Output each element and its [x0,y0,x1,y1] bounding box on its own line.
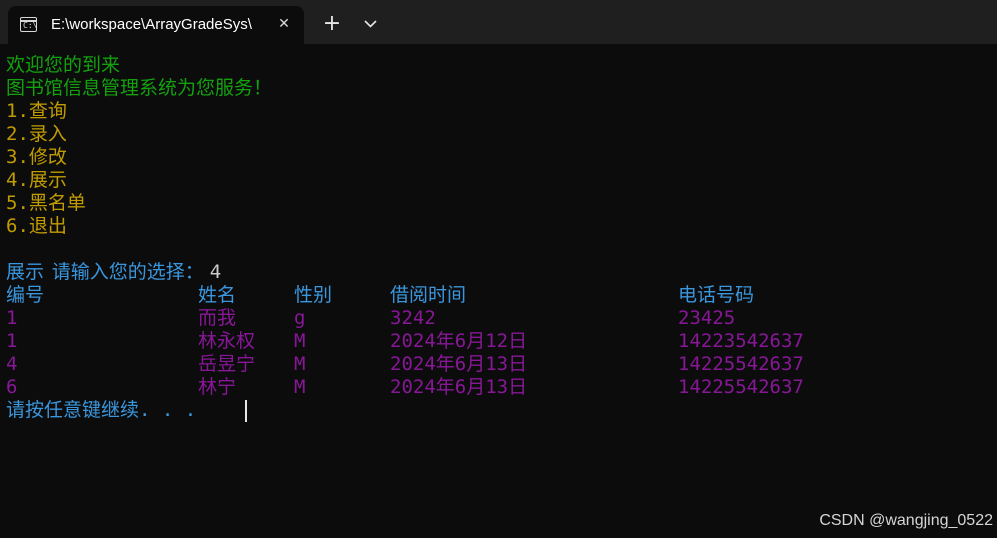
continue-prompt: 请按任意键继续. . . [6,399,197,421]
cell-gender: g [294,307,306,329]
menu-item-exit: 6.退出 [6,215,67,237]
service-line: 图书馆信息管理系统为您服务！ [6,77,273,99]
cell-gender: M [294,376,306,398]
cell-gender: M [294,353,306,375]
cell-phone: 23425 [678,307,736,329]
menu-item-display: 4.展示 [6,169,67,191]
cell-id: 1 [6,307,18,329]
table-header: 编号 姓名 性别 借阅时间 电话号码 [6,284,986,307]
new-tab-button[interactable]: + [318,12,346,38]
menu-item-query: 1.查询 [6,100,67,122]
header-gender: 性别 [294,284,333,306]
cell-id: 6 [6,376,18,398]
menu-item-modify: 3.修改 [6,146,67,168]
cell-gender: M [294,330,306,352]
cell-phone: 14225542637 [678,376,804,398]
text-cursor[interactable] [245,400,247,422]
table-row: 4 岳昱宁 M 2024年6月13日 14225542637 [6,353,986,376]
chevron-down-icon[interactable] [357,12,385,38]
cell-borrow-time: 3242 [390,307,436,329]
header-borrow-time: 借阅时间 [390,284,467,306]
terminal-icon: C:\ [20,17,37,32]
cell-name: 林永权 [198,330,256,352]
terminal-tab[interactable]: C:\ E:\workspace\ArrayGradeSys\ ✕ [8,6,304,44]
cell-id: 1 [6,330,18,352]
prompt-line: 请输入您的选择： 4 [6,238,406,283]
table-row: 6 林宁 M 2024年6月13日 14225542637 [6,376,986,399]
cell-borrow-time: 2024年6月13日 [390,376,528,398]
menu-item-blacklist: 5.黑名单 [6,192,86,214]
table-row: 1 林永权 M 2024年6月12日 14223542637 [6,330,986,353]
console-output: 欢迎您的到来 图书馆信息管理系统为您服务！ 1.查询 2.录入 3.修改 4.展… [0,44,997,538]
cell-phone: 14223542637 [678,330,804,352]
table-row: 1 而我 g 3242 23425 [6,307,986,330]
header-name: 姓名 [198,284,237,306]
header-id: 编号 [6,284,45,306]
prompt-input-value: 4 [209,261,222,283]
cell-id: 4 [6,353,18,375]
cell-borrow-time: 2024年6月12日 [390,330,528,352]
cell-name: 林宁 [198,376,237,398]
close-icon[interactable]: ✕ [274,14,294,34]
tab-title: E:\workspace\ArrayGradeSys\ [51,16,252,33]
title-bar: C:\ E:\workspace\ArrayGradeSys\ ✕ + [0,0,997,44]
watermark: CSDN @wangjing_0522 [819,512,993,529]
welcome-line: 欢迎您的到来 [6,54,121,76]
section-title: 展示 [6,261,45,283]
menu-item-entry: 2.录入 [6,123,67,145]
cell-phone: 14225542637 [678,353,804,375]
cell-name: 而我 [198,307,237,329]
cell-name: 岳昱宁 [198,353,256,375]
cell-borrow-time: 2024年6月13日 [390,353,528,375]
header-phone: 电话号码 [678,284,755,306]
prompt-text: 请输入您的选择： [51,261,204,283]
